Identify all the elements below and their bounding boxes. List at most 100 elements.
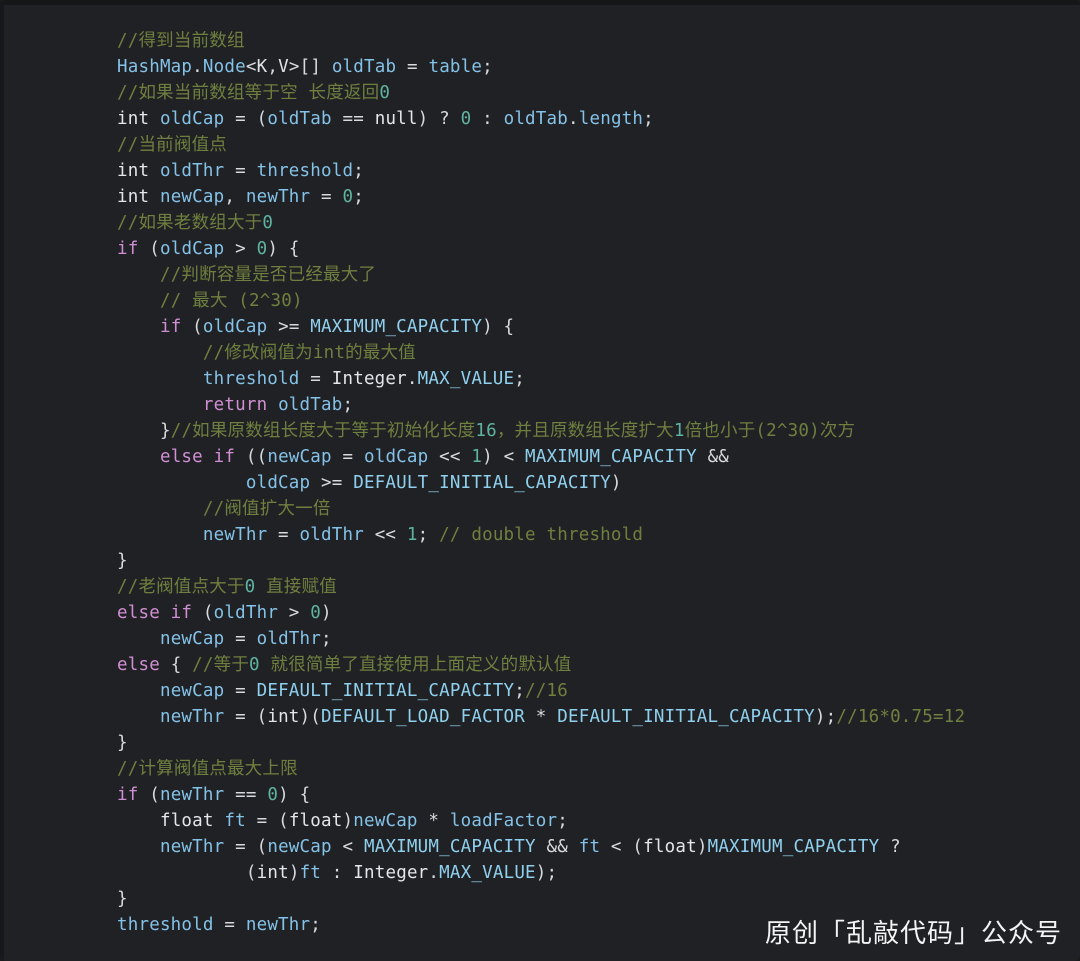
code-line: //老阀值点大于0 直接赋值 <box>117 574 1080 600</box>
code-token-punct: )( <box>299 707 322 727</box>
code-token-cmt: //阀值扩大一倍 <box>202 499 331 519</box>
code-token-ident: newCap <box>267 837 332 857</box>
code-token-num: 1 <box>471 447 483 467</box>
code-token-punct: } <box>159 421 171 441</box>
code-token-ident: newThr <box>245 915 311 935</box>
code-token-punct: == <box>331 109 375 129</box>
code-token-kw: else if <box>117 603 193 623</box>
code-token-cmt: ，并且原数组长度扩大 <box>496 421 674 441</box>
code-token-type: float <box>159 811 225 831</box>
code-line: if (newThr == 0) { <box>117 782 1080 808</box>
code-token-ident: ft <box>299 863 322 883</box>
code-block[interactable]: //得到当前数组 HashMap.Node<K,V>[] oldTab = tab… <box>0 0 1080 938</box>
code-line: //如果当前数组等于空 长度返回0 <box>117 80 1080 106</box>
code-token-punct: = <box>224 629 257 649</box>
code-token-punct: == <box>224 785 268 805</box>
code-token-ident: newThr <box>159 837 225 857</box>
code-token-type: Integer <box>353 863 429 883</box>
code-line: } <box>117 548 1080 574</box>
code-token-type: int <box>117 187 160 207</box>
code-token-punct: ; <box>514 369 526 389</box>
code-token-punct: } <box>117 551 128 571</box>
code-token-punct: = <box>224 161 257 181</box>
code-token-cmt: //16 <box>525 681 568 701</box>
code-token-ident: oldThr <box>213 603 279 623</box>
code-line: //得到当前数组 <box>117 28 1080 54</box>
code-token-num: 0 <box>267 785 279 805</box>
code-token-punct: >[] <box>288 57 332 77</box>
code-token-ident: oldTab <box>503 109 568 129</box>
code-token-kw: if <box>117 785 139 805</box>
code-token-ident: threshold <box>202 369 300 389</box>
code-token-punct: * <box>417 811 450 831</box>
code-token-kw: if <box>117 239 139 259</box>
code-token-cmt: //如果老数组大于 <box>117 213 263 233</box>
code-token-punct: ( <box>138 785 160 805</box>
code-token-punct: : <box>471 109 504 129</box>
code-token-punct: ( <box>181 317 203 337</box>
code-token-cmt: //当前阀值点 <box>117 135 227 155</box>
code-token-kw: return <box>202 395 268 415</box>
code-token-punct: ) <box>696 837 708 857</box>
code-token-punct: = <box>213 915 246 935</box>
code-token-const: DEFAULT_LOAD_FACTOR <box>321 707 526 727</box>
code-line: else { //等于0 就很简单了直接使用上面定义的默认值 <box>117 652 1080 678</box>
code-token-punct: << <box>363 525 407 545</box>
code-token-cmt: //等于 <box>192 655 250 675</box>
code-token-punct: && <box>696 447 730 467</box>
code-token-punct: { <box>159 655 193 675</box>
code-token-punct: && <box>535 837 579 857</box>
code-line: else if (oldThr > 0) <box>117 600 1080 626</box>
code-token-punct: ) <box>610 473 622 493</box>
code-line: int oldThr = threshold; <box>117 158 1080 184</box>
code-token-punct: ); <box>814 707 837 727</box>
code-token-ident: newCap <box>353 811 418 831</box>
code-line: newCap = oldThr; <box>117 626 1080 652</box>
code-token-punct: ; <box>342 395 354 415</box>
code-token-punct: = <box>396 57 429 77</box>
code-token-ident: oldTab <box>278 395 343 415</box>
code-token-punct: << <box>428 447 472 467</box>
code-token-punct: ) { <box>267 239 300 259</box>
code-token-ident: newThr <box>159 785 225 805</box>
code-token-punct: ; <box>557 811 568 831</box>
code-line: //判断容量是否已经最大了 <box>117 262 1080 288</box>
code-token-punct: : <box>321 863 354 883</box>
code-token-punct <box>267 395 278 415</box>
code-token-punct: . <box>428 863 440 883</box>
code-token-type: Integer <box>331 369 407 389</box>
code-token-punct: ; <box>353 161 364 181</box>
code-token-type: int <box>256 863 289 883</box>
code-token-punct: = ( <box>224 109 268 129</box>
code-token-punct: ; <box>353 187 364 207</box>
code-token-const: DEFAULT_INITIAL_CAPACITY <box>557 707 815 727</box>
code-token-type: float <box>643 837 697 857</box>
code-token-punct: ? <box>879 837 901 857</box>
code-token-cmt: // 最大 (2^30) <box>159 291 303 311</box>
code-token-ident: threshold <box>117 915 214 935</box>
code-token-punct: < <box>245 57 257 77</box>
code-token-ident: newThr <box>245 187 311 207</box>
code-line: threshold = Integer.MAX_VALUE; <box>117 366 1080 392</box>
code-token-cmt: //计算阀值点最大上限 <box>117 759 298 779</box>
code-token-punct: ; <box>321 629 332 649</box>
code-token-cmt: 就很简单了直接使用上面定义的默认值 <box>259 655 572 675</box>
code-token-type: int <box>117 109 160 129</box>
code-token-ident: oldThr <box>256 629 322 649</box>
code-token-ident: oldCap <box>245 473 311 493</box>
code-token-ident: loadFactor <box>449 811 558 831</box>
